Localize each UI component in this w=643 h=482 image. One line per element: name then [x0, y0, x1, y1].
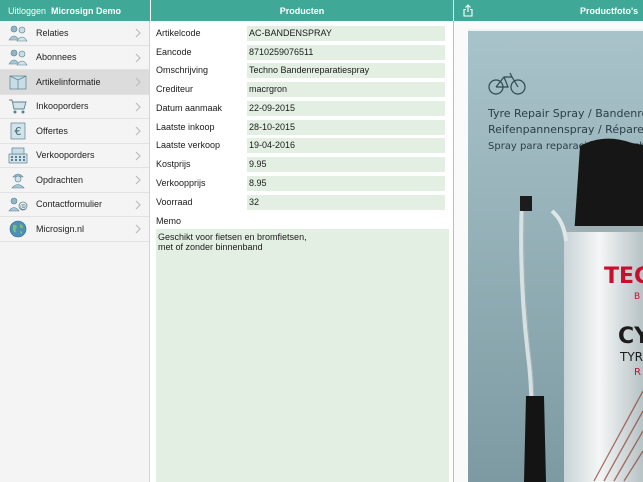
field-label: Eancode: [156, 47, 192, 57]
cart-icon: [7, 96, 29, 116]
eancode-field[interactable]: 8710259076511: [247, 45, 445, 60]
field-row-laatste-inkoop: Laatste inkoop 28-10-2015: [156, 120, 446, 135]
field-row-voorraad: Voorraad 32: [156, 195, 446, 210]
svg-text:€: €: [15, 125, 22, 138]
product-photo[interactable]: Tyre Repair Spray / Bandenrepar Reifenpa…: [454, 21, 643, 482]
field-label: Omschrijving: [156, 65, 209, 75]
kostprijs-field[interactable]: 9.95: [247, 157, 445, 172]
euro-icon: €: [7, 121, 29, 141]
field-label: Voorraad: [156, 197, 193, 207]
field-row-laatste-verkoop: Laatste verkoop 19-04-2016: [156, 138, 446, 153]
sidebar: Relaties Abonnees Artikelinformatie Inko…: [0, 21, 150, 482]
sidebar-item-label: Microsign.nl: [36, 223, 85, 234]
people-icon: [7, 47, 29, 67]
field-label: Laatste verkoop: [156, 140, 221, 150]
field-label: Laatste inkoop: [156, 122, 215, 132]
sidebar-item-verkooporders[interactable]: Verkooporders: [0, 144, 149, 168]
field-label: Crediteur: [156, 84, 194, 94]
field-label: Verkoopprijs: [156, 178, 206, 188]
field-row-crediteur: Crediteur macrgron: [156, 82, 446, 97]
sidebar-item-contactformulier[interactable]: @ Contactformulier: [0, 193, 149, 217]
field-row-verkoopprijs: Verkoopprijs 8.95: [156, 176, 446, 191]
sidebar-item-label: Inkooporders: [36, 101, 89, 112]
photos-header: Productfoto's: [454, 0, 643, 21]
sidebar-item-relaties[interactable]: Relaties: [0, 21, 149, 46]
chevron-right-icon: [135, 126, 141, 136]
chevron-right-icon: [135, 77, 141, 87]
products-header: Producten: [151, 0, 453, 21]
product-detail: Artikelcode AC-BANDENSPRAY Eancode 87102…: [151, 21, 453, 482]
chevron-right-icon: [135, 28, 141, 38]
field-row-eancode: Eancode 8710259076511: [156, 45, 446, 60]
can-brand-sub: B: [634, 292, 640, 302]
sidebar-item-label: Artikelinformatie: [36, 76, 101, 87]
verkoopprijs-field[interactable]: 8.95: [247, 176, 445, 191]
chevron-right-icon: [135, 151, 141, 160]
memo-label: Memo: [156, 216, 182, 226]
memo-field[interactable]: Geschikt voor fietsen en bromfietsen, me…: [156, 229, 449, 482]
chevron-right-icon: [135, 102, 141, 111]
crediteur-field[interactable]: macrgron: [247, 82, 445, 97]
logout-button[interactable]: Uitloggen: [8, 6, 46, 16]
sidebar-item-artikelinformatie[interactable]: Artikelinformatie: [0, 70, 149, 95]
can-brand-text: TEC: [604, 264, 643, 289]
voorraad-field[interactable]: 32: [247, 195, 445, 210]
laatste-verkoop-field[interactable]: 19-04-2016: [247, 138, 445, 153]
products-title: Producten: [279, 5, 325, 16]
sidebar-item-abonnees[interactable]: Abonnees: [0, 46, 149, 70]
sidebar-item-label: Offertes: [36, 125, 68, 136]
svg-text:@: @: [20, 204, 26, 211]
chevron-right-icon: [135, 224, 141, 234]
people-icon: [7, 23, 29, 43]
register-icon: [7, 145, 29, 165]
field-label: Artikelcode: [156, 28, 201, 38]
field-label: Kostprijs: [156, 159, 191, 169]
sidebar-item-label: Abonnees: [36, 52, 77, 63]
sidebar-item-inkooporders[interactable]: Inkooporders: [0, 95, 149, 119]
artikelcode-field[interactable]: AC-BANDENSPRAY: [247, 26, 445, 41]
chevron-right-icon: [135, 175, 141, 185]
can-text-r: R: [634, 367, 641, 378]
field-label: Datum aanmaak: [156, 103, 223, 113]
share-icon[interactable]: [462, 4, 474, 17]
field-row-kostprijs: Kostprijs 9.95: [156, 157, 446, 172]
datum-aanmaak-field[interactable]: 22-09-2015: [247, 101, 445, 116]
field-row-datum-aanmaak: Datum aanmaak 22-09-2015: [156, 101, 446, 116]
package-text-line: Tyre Repair Spray / Bandenrepar: [487, 107, 643, 120]
sidebar-item-opdrachten[interactable]: Opdrachten: [0, 168, 149, 193]
sidebar-header: Uitloggen Microsign Demo: [0, 0, 150, 21]
can-text-cy: CY: [618, 324, 643, 349]
sidebar-item-label: Relaties: [36, 27, 69, 38]
sidebar-item-label: Contactformulier: [36, 199, 103, 210]
app-title: Microsign Demo: [51, 5, 122, 16]
globe-icon: [7, 219, 29, 239]
sidebar-item-microsign[interactable]: Microsign.nl: [0, 217, 149, 242]
worker-icon: [7, 170, 29, 190]
box-icon: [7, 72, 29, 92]
omschrijving-field[interactable]: Techno Bandenreparatiespray: [247, 63, 445, 78]
laatste-inkoop-field[interactable]: 28-10-2015: [247, 120, 445, 135]
photos-title: Productfoto's: [580, 6, 639, 16]
field-row-artikelcode: Artikelcode AC-BANDENSPRAY: [156, 26, 446, 41]
field-row-omschrijving: Omschrijving Techno Bandenreparatiespray: [156, 63, 446, 78]
chevron-right-icon: [135, 200, 141, 209]
contact-icon: @: [7, 194, 29, 214]
sidebar-item-offertes[interactable]: € Offertes: [0, 119, 149, 144]
chevron-right-icon: [135, 53, 141, 62]
can-text-tyr: TYR: [619, 350, 643, 364]
package-text-line: Reifenpannenspray / Répare et: [488, 123, 643, 136]
sidebar-item-label: Opdrachten: [36, 174, 84, 185]
sidebar-item-label: Verkooporders: [36, 150, 95, 161]
